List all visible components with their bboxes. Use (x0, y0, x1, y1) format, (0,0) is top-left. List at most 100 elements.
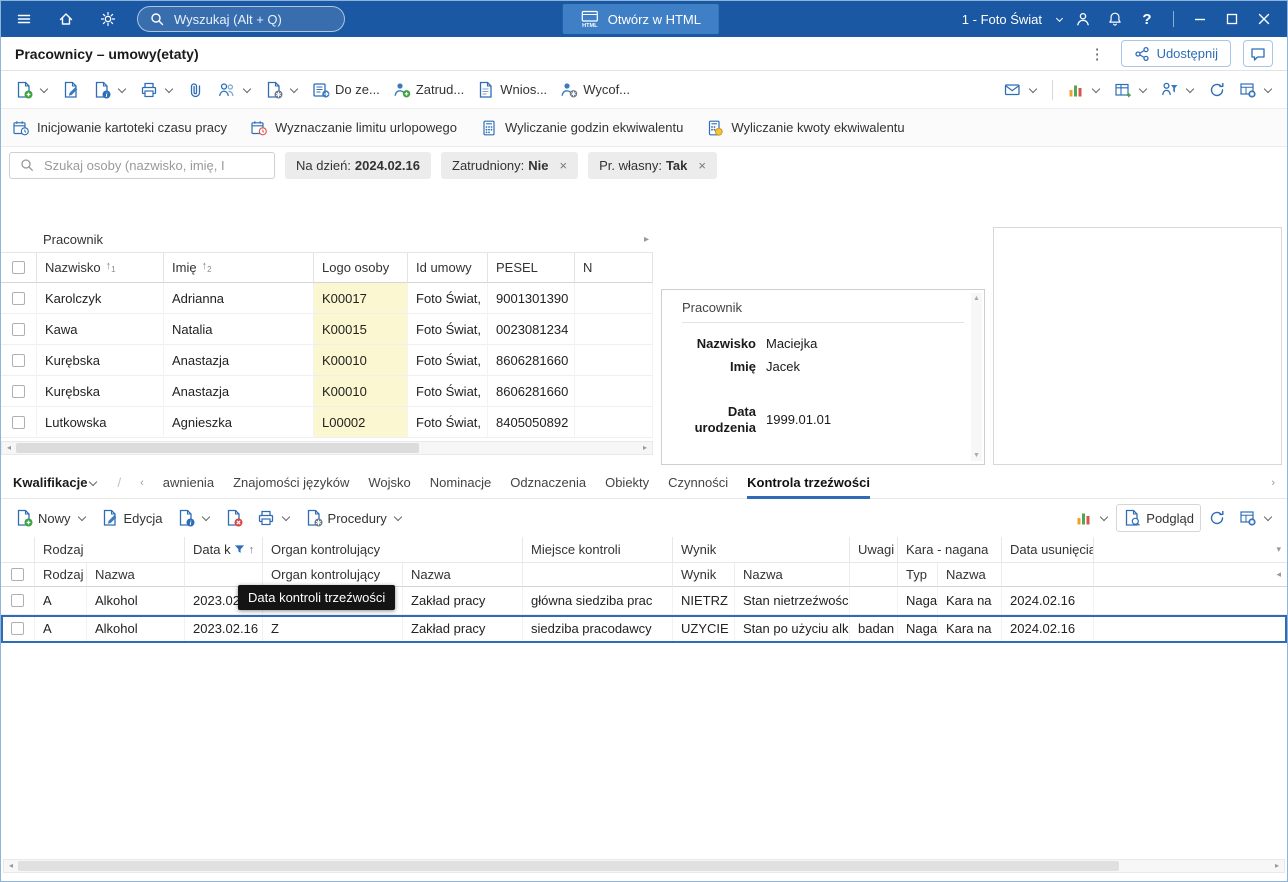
chart-button[interactable] (1069, 505, 1115, 531)
table-row[interactable]: Karolczyk Adrianna K00017 Foto Świat, 90… (1, 283, 653, 314)
remove-filter-icon[interactable]: × (698, 158, 706, 173)
attachment-button[interactable] (181, 77, 211, 103)
table-row-selected[interactable]: A Alkohol 2023.02.16 Z Zakład pracy sied… (1, 615, 1287, 643)
column-scroll-left-icon[interactable]: ◂ (1276, 569, 1281, 580)
equivalent-amount-button[interactable]: Wyliczanie kwoty ekwiwalentu (707, 120, 905, 136)
grid-settings-button[interactable] (1233, 505, 1279, 531)
document-settings-button[interactable] (259, 77, 305, 103)
column-header-organ-nazwa[interactable]: Nazwa (403, 563, 523, 587)
tab-uprawnienia[interactable]: awnienia (163, 467, 214, 499)
column-header-id-umowy[interactable]: Id umowy (408, 253, 488, 283)
scroll-left-icon[interactable]: ◂ (2, 442, 16, 454)
scroll-right-icon[interactable]: ▸ (1270, 860, 1284, 872)
scroll-right-icon[interactable]: ▸ (638, 442, 652, 454)
wycofaj-button[interactable]: Wycof... (554, 77, 636, 103)
table-row[interactable]: A Alkohol 2023.02.16 Zakład pracy główna… (1, 587, 1287, 615)
row-checkbox[interactable] (12, 322, 25, 336)
home-icon[interactable] (53, 6, 79, 32)
remove-filter-icon[interactable]: × (560, 158, 568, 173)
collapse-chevron-icon[interactable]: ▾ (1276, 544, 1281, 555)
column-header-rodzaj[interactable]: Rodzaj (35, 563, 87, 587)
share-button[interactable]: Udostępnij (1120, 40, 1231, 67)
table-row[interactable]: Kawa Natalia K00015 Foto Świat, 00230812… (1, 314, 653, 345)
equivalent-hours-button[interactable]: Wyliczanie godzin ekwiwalentu (481, 120, 683, 136)
column-header-wynik-nazwa[interactable]: Nazwa (735, 563, 850, 587)
company-selector[interactable]: 1 - Foto Świat (962, 12, 1042, 27)
row-checkbox[interactable] (11, 622, 24, 635)
vacation-limit-button[interactable]: Wyznaczanie limitu urlopowego (251, 120, 457, 136)
open-in-html-button[interactable]: HTML Otwórz w HTML (562, 4, 719, 34)
global-search-field[interactable] (172, 10, 322, 28)
column-header-organ[interactable]: Organ kontrolujący (263, 563, 403, 587)
more-options-icon[interactable]: ⋮ (1086, 45, 1109, 63)
filter-chip-zatrudniony[interactable]: Zatrudniony: Nie × (441, 151, 579, 179)
minimize-icon[interactable] (1187, 6, 1213, 32)
tab-obiekty[interactable]: Obiekty (605, 467, 649, 499)
zatrudnij-button[interactable]: Zatrud... (387, 77, 470, 103)
tabs-scroll-right-icon[interactable]: › (1271, 477, 1275, 489)
select-all-checkbox[interactable] (12, 261, 25, 274)
table-row[interactable]: Kurębska Anastazja K00010 Foto Świat, 86… (1, 376, 653, 407)
column-header-nazwa[interactable]: Nazwa (87, 563, 185, 587)
chart-button[interactable] (1061, 77, 1107, 103)
table-row[interactable]: Lutkowska Agnieszka L00002 Foto Świat, 8… (1, 407, 653, 438)
column-header-typ[interactable]: Typ (898, 563, 938, 587)
new-record-button[interactable] (9, 77, 55, 103)
sun-icon[interactable] (95, 6, 121, 32)
send-message-button[interactable] (998, 77, 1044, 103)
panel-splitter[interactable] (653, 183, 661, 467)
comment-button[interactable] (1243, 40, 1273, 67)
close-icon[interactable] (1251, 6, 1277, 32)
person-search-input[interactable] (9, 151, 275, 179)
filter-funnel-icon[interactable] (234, 544, 245, 555)
band-rodzaj[interactable]: Rodzaj (35, 537, 185, 563)
vertical-scrollbar[interactable]: ▲ ▼ (971, 293, 982, 461)
do-zespolu-button[interactable]: Do ze... (306, 77, 386, 103)
new-entry-button[interactable]: Nowy (9, 505, 93, 531)
tab-nominacje[interactable]: Nominacje (430, 467, 491, 499)
band-scroll-right-icon[interactable]: ▸ (644, 234, 649, 245)
help-icon[interactable]: ? (1134, 6, 1160, 32)
scroll-left-icon[interactable]: ◂ (4, 860, 18, 872)
wniosek-button[interactable]: Wnios... (471, 77, 553, 103)
scrollbar-thumb[interactable] (16, 443, 419, 453)
table-row[interactable]: Kurębska Anastazja K00010 Foto Świat, 86… (1, 345, 653, 376)
tab-group-selector[interactable]: Kwalifikacje (13, 475, 98, 490)
related-persons-button[interactable] (212, 77, 258, 103)
bell-icon[interactable] (1102, 6, 1128, 32)
edit-entry-button[interactable]: Edycja (95, 505, 169, 531)
print-button[interactable] (134, 77, 180, 103)
column-header-nazwisko[interactable]: Nazwisko ↑1 (37, 253, 164, 283)
band-data-usuniecia[interactable]: Data usunięcia (1002, 537, 1094, 563)
user-filter-button[interactable] (1155, 77, 1201, 103)
filter-chip-na-dzien[interactable]: Na dzień: 2024.02.16 (285, 151, 431, 179)
column-header-kara-nazwa[interactable]: Nazwa (938, 563, 1002, 587)
column-header-wynik[interactable]: Wynik (673, 563, 735, 587)
scroll-down-icon[interactable]: ▼ (973, 452, 980, 459)
band-uwagi[interactable]: Uwagi (850, 537, 898, 563)
record-info-button[interactable]: i (87, 77, 133, 103)
maximize-icon[interactable] (1219, 6, 1245, 32)
band-organ[interactable]: Organ kontrolujący (263, 537, 523, 563)
filter-chip-pr-wlasny[interactable]: Pr. własny: Tak × (588, 151, 717, 179)
tab-odznaczenia[interactable]: Odznaczenia (510, 467, 586, 499)
init-timesheet-button[interactable]: Inicjowanie kartoteki czasu pracy (13, 120, 227, 136)
tab-znajomosci-jezykow[interactable]: Znajomości języków (233, 467, 349, 499)
row-checkbox[interactable] (12, 353, 25, 367)
column-header-n[interactable]: N (575, 253, 653, 283)
refresh-button[interactable] (1202, 505, 1232, 531)
band-kara[interactable]: Kara - nagana (898, 537, 1002, 563)
row-checkbox[interactable] (12, 384, 25, 398)
horizontal-scrollbar[interactable]: ◂ ▸ (1, 441, 653, 455)
edit-record-button[interactable] (56, 77, 86, 103)
preview-toggle-button[interactable]: Podgląd (1116, 504, 1201, 532)
tab-kontrola-trzezwosci[interactable]: Kontrola trzeźwości (747, 467, 870, 499)
column-header-imie[interactable]: Imię ↑2 (164, 253, 314, 283)
tab-czynnosci[interactable]: Czynności (668, 467, 728, 499)
column-header-logo-osoby[interactable]: Logo osoby (314, 253, 408, 283)
row-checkbox[interactable] (11, 594, 24, 607)
band-data-kontroli[interactable]: Data k ↑ (185, 537, 263, 563)
columns-layout-button[interactable] (1108, 77, 1154, 103)
entry-info-button[interactable]: i (171, 505, 217, 531)
menu-icon[interactable] (11, 6, 37, 32)
